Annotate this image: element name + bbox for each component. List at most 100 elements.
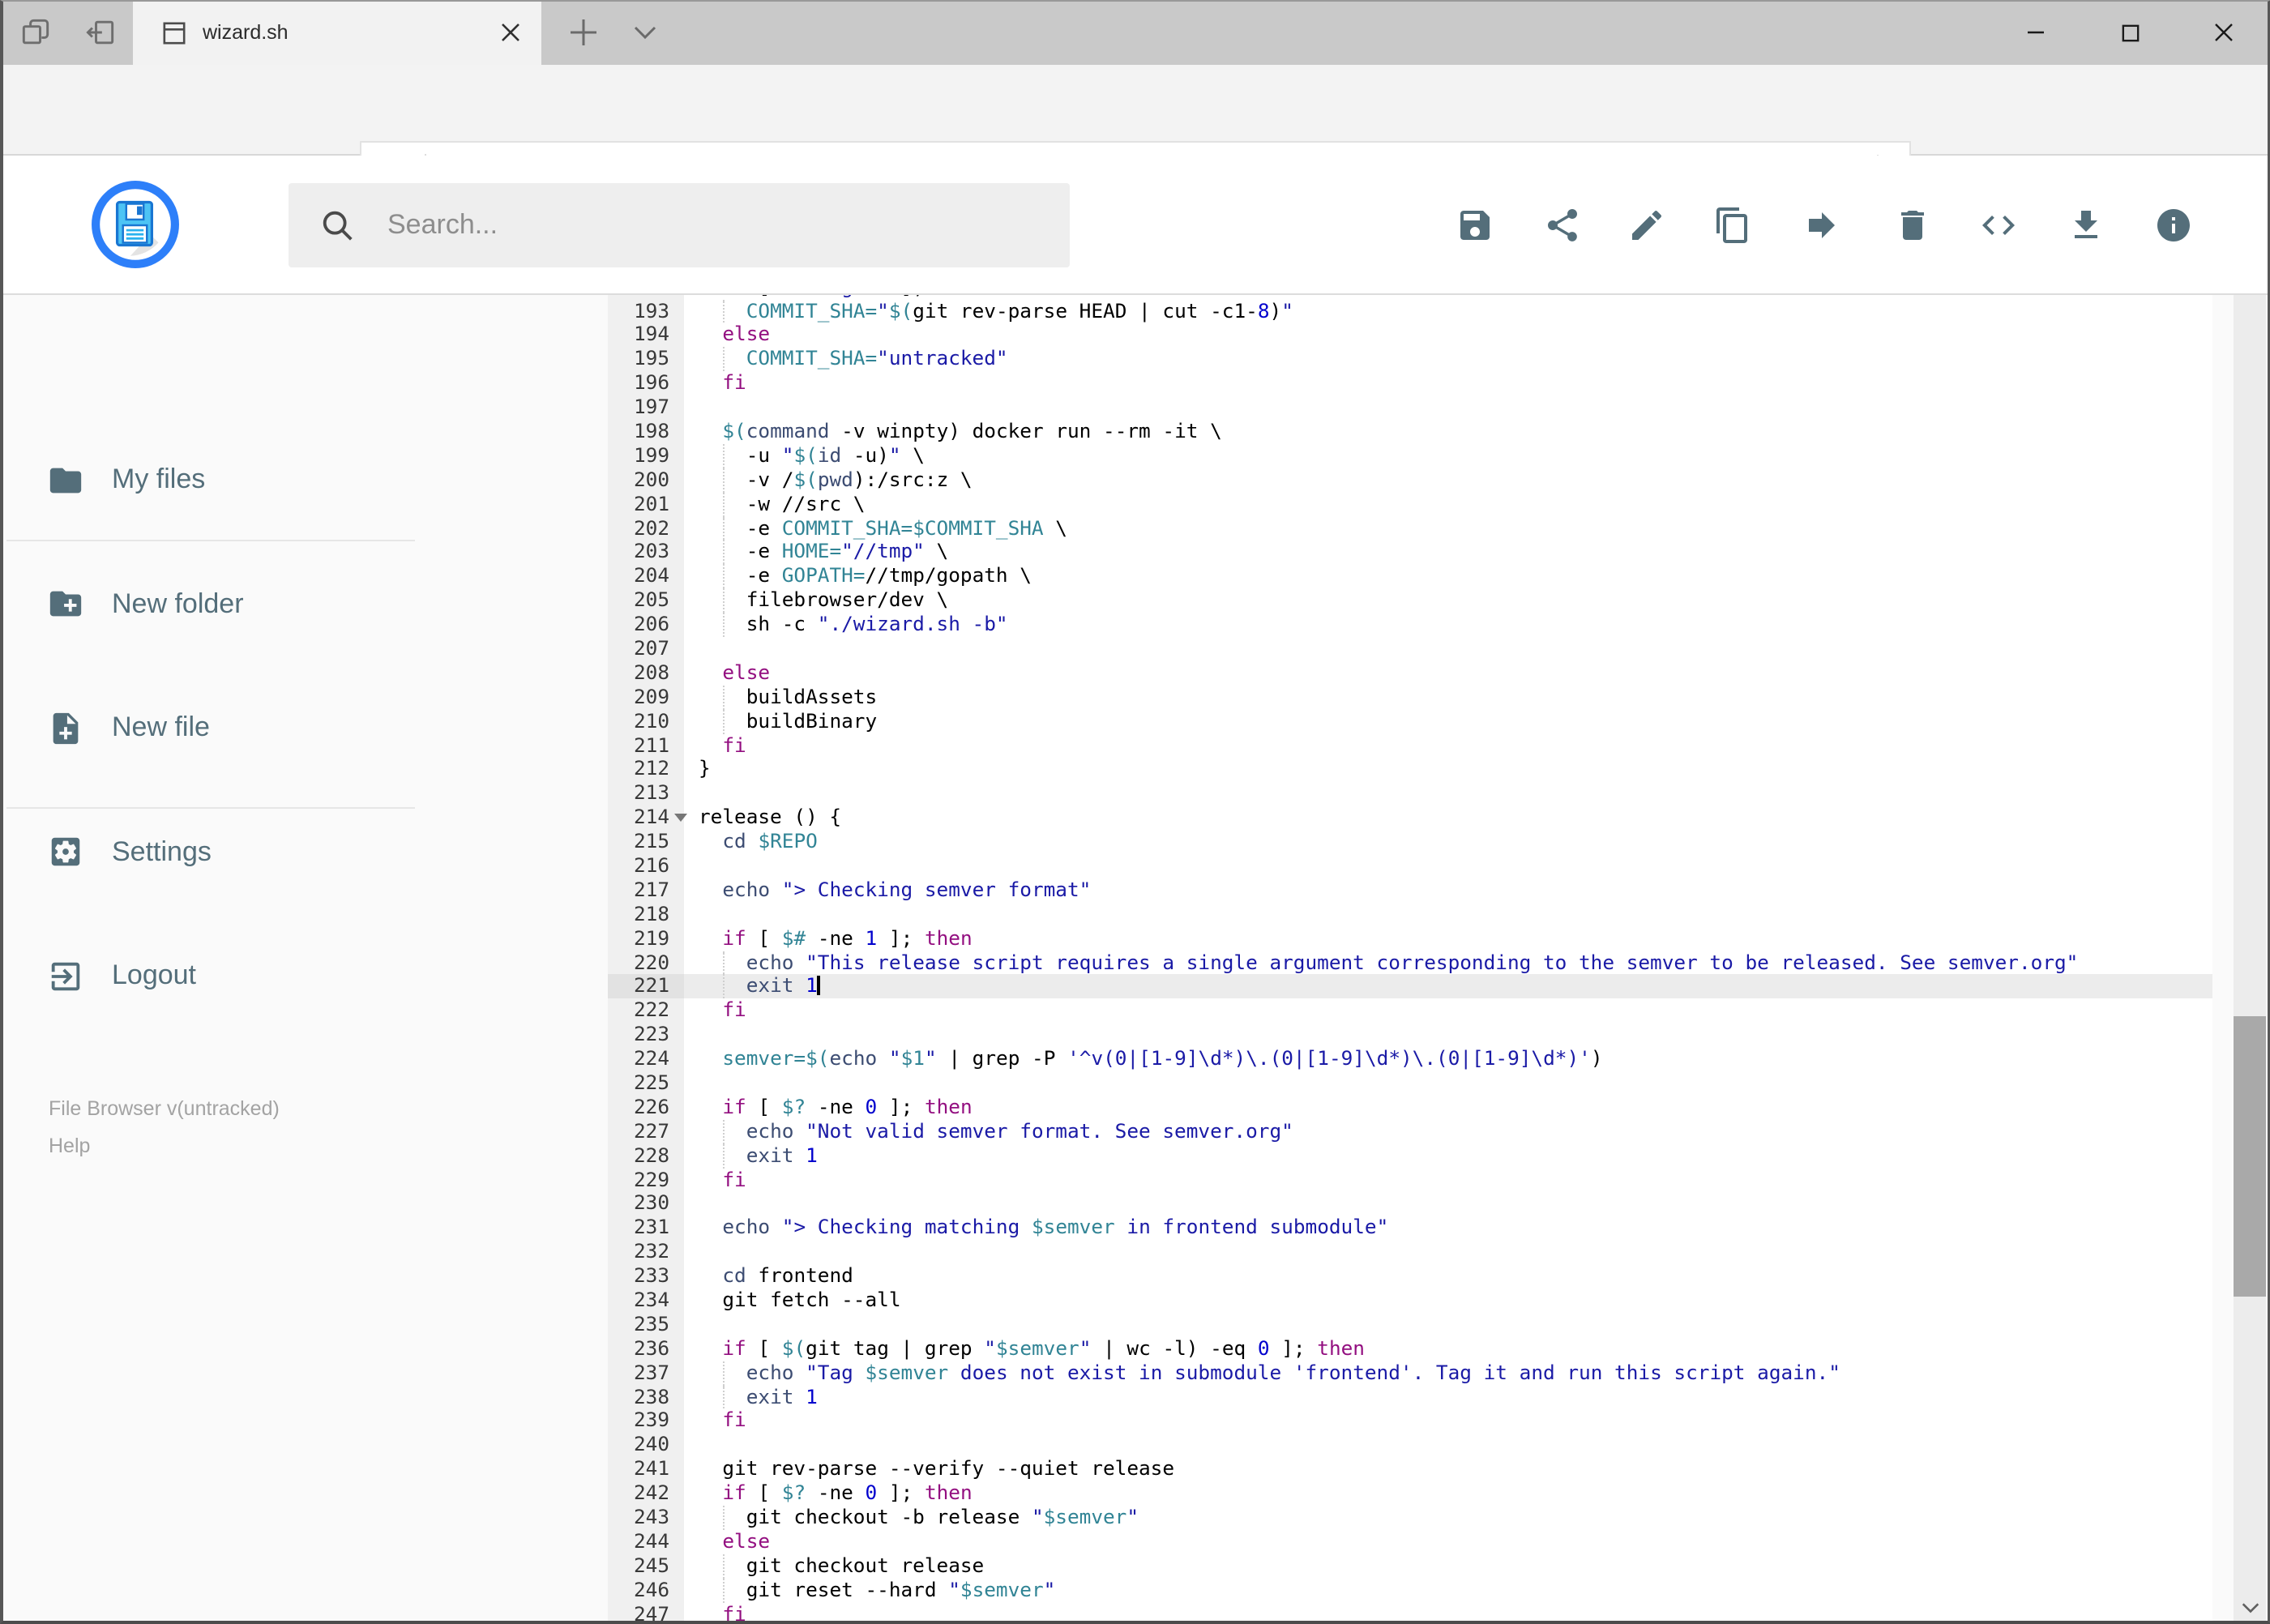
code-line-text[interactable]: else: [684, 1530, 2212, 1554]
code-line-text[interactable]: exit 1: [684, 1143, 2212, 1169]
code-line-text[interactable]: cd $REPO: [684, 830, 2212, 854]
code-line[interactable]: 209 buildAssets: [608, 685, 2212, 710]
code-line[interactable]: 196 fi: [608, 371, 2212, 396]
code-line-text[interactable]: [684, 782, 2212, 806]
code-line-text[interactable]: [684, 1313, 2212, 1337]
code-line-text[interactable]: buildBinary: [684, 709, 2212, 734]
code-line[interactable]: 197: [608, 395, 2212, 420]
line-number[interactable]: 197: [608, 395, 684, 420]
code-line[interactable]: 223: [608, 1023, 2212, 1048]
code-line-text[interactable]: if [ $? -ne 0 ]; then: [684, 1096, 2212, 1120]
line-number[interactable]: 230: [608, 1191, 684, 1216]
code-line-text[interactable]: exit 1: [684, 974, 2212, 999]
line-number[interactable]: 209: [608, 685, 684, 710]
sidebar-item-settings[interactable]: Settings: [47, 816, 212, 887]
set-tabs-aside-icon[interactable]: [68, 0, 133, 65]
code-line-text[interactable]: echo "> Checking matching $semver in fro…: [684, 1216, 2212, 1241]
code-line[interactable]: 208 else: [608, 660, 2212, 686]
code-line[interactable]: 205 filebrowser/dev \: [608, 588, 2212, 613]
code-line[interactable]: 239 fi: [608, 1408, 2212, 1434]
line-number[interactable]: 237: [608, 1361, 684, 1386]
line-number[interactable]: 196: [608, 371, 684, 396]
code-line[interactable]: 229 fi: [608, 1168, 2212, 1192]
line-number[interactable]: 208: [608, 660, 684, 686]
window-maximize-button[interactable]: [2093, 0, 2167, 65]
line-number[interactable]: 201: [608, 492, 684, 517]
code-line[interactable]: 245 git checkout release: [608, 1553, 2212, 1579]
line-number[interactable]: 225: [608, 1071, 684, 1096]
code-line[interactable]: 224 semver=$(echo "$1" | grep -P '^v(0|[…: [608, 1047, 2212, 1071]
code-line[interactable]: 228 exit 1: [608, 1143, 2212, 1169]
code-line-text[interactable]: -e GOPATH=//tmp/gopath \: [684, 564, 2212, 589]
line-number[interactable]: 218: [608, 902, 684, 927]
line-number[interactable]: 219: [608, 926, 684, 951]
code-line[interactable]: 236 if [ $(git tag | grep "$semver" | wc…: [608, 1336, 2212, 1361]
code-line[interactable]: 206 sh -c "./wizard.sh -b": [608, 613, 2212, 637]
code-line[interactable]: 193 COMMIT_SHA="$(git rev-parse HEAD | c…: [608, 299, 2212, 323]
line-number[interactable]: 199: [608, 443, 684, 468]
code-line[interactable]: 212}: [608, 757, 2212, 782]
code-line[interactable]: 226 if [ $? -ne 0 ]; then: [608, 1095, 2212, 1120]
scroll-down-icon[interactable]: [2234, 1588, 2266, 1624]
code-line[interactable]: 246 git reset --hard "$semver": [608, 1578, 2212, 1603]
browser-tab[interactable]: wizard.sh: [133, 0, 541, 65]
window-close-button[interactable]: [2187, 0, 2261, 65]
line-number[interactable]: 243: [608, 1506, 684, 1530]
code-line-text[interactable]: [684, 395, 2212, 420]
code-line-text[interactable]: -e HOME="//tmp" \: [684, 540, 2212, 565]
line-number[interactable]: 223: [608, 1023, 684, 1048]
code-line-text[interactable]: }: [684, 758, 2212, 782]
line-number[interactable]: 194: [608, 323, 684, 348]
code-line-text[interactable]: semver=$(echo "$1" | grep -P '^v(0|[1-9]…: [684, 1047, 2212, 1071]
code-line[interactable]: 230: [608, 1191, 2212, 1216]
line-number[interactable]: 220: [608, 951, 684, 975]
code-line[interactable]: 232: [608, 1240, 2212, 1265]
info-button[interactable]: [2146, 198, 2201, 253]
scrollbar-thumb[interactable]: [2234, 1016, 2266, 1297]
code-line-text[interactable]: [684, 1071, 2212, 1096]
code-line[interactable]: 198 $(command -v winpty) docker run --rm…: [608, 419, 2212, 444]
line-number[interactable]: 210: [608, 709, 684, 734]
line-number[interactable]: 213: [608, 781, 684, 806]
code-line-text[interactable]: git fetch --all: [684, 1289, 2212, 1313]
line-number[interactable]: 228: [608, 1143, 684, 1169]
copy-button[interactable]: [1705, 198, 1760, 253]
code-line-text[interactable]: -u "$(id -u)" \: [684, 443, 2212, 468]
line-number[interactable]: 242: [608, 1481, 684, 1506]
code-line-text[interactable]: git reset --hard "$semver": [684, 1578, 2212, 1603]
code-line[interactable]: 237 echo "Tag $semver does not exist in …: [608, 1361, 2212, 1386]
download-button[interactable]: [2058, 198, 2114, 253]
code-line-text[interactable]: echo "> Checking semver format": [684, 878, 2212, 903]
code-line-text[interactable]: git rev-parse --verify --quiet release: [684, 1458, 2212, 1482]
code-line-text[interactable]: echo "Tag $semver does not exist in subm…: [684, 1361, 2212, 1386]
code-line[interactable]: 195 COMMIT_SHA="untracked": [608, 347, 2212, 372]
help-link[interactable]: Help: [49, 1135, 90, 1157]
code-line[interactable]: 231 echo "> Checking matching $semver in…: [608, 1216, 2212, 1241]
line-number[interactable]: 195: [608, 347, 684, 372]
line-number[interactable]: 221: [608, 974, 684, 999]
tab-close-icon[interactable]: [489, 11, 532, 53]
code-line[interactable]: 244 else: [608, 1529, 2212, 1554]
code-line[interactable]: 207: [608, 636, 2212, 661]
line-number[interactable]: 203: [608, 540, 684, 565]
code-line-text[interactable]: git checkout release: [684, 1553, 2212, 1579]
code-line[interactable]: 240: [608, 1433, 2212, 1458]
code-line-text[interactable]: $(command -v winpty) docker run --rm -it…: [684, 420, 2212, 444]
code-line[interactable]: 201 -w //src \: [608, 492, 2212, 517]
line-number[interactable]: 231: [608, 1216, 684, 1241]
code-line-text[interactable]: else: [684, 661, 2212, 686]
line-number[interactable]: 214: [608, 806, 687, 831]
line-number[interactable]: 247: [608, 1602, 684, 1624]
code-line-text[interactable]: if [ $(git tag | grep "$semver" | wc -l)…: [684, 1337, 2212, 1361]
code-line-text[interactable]: fi: [684, 999, 2212, 1024]
code-line-text[interactable]: [684, 1434, 2212, 1458]
line-number[interactable]: 232: [608, 1240, 684, 1265]
line-number[interactable]: 246: [608, 1578, 684, 1603]
code-line-text[interactable]: fi: [684, 1409, 2212, 1434]
code-line[interactable]: 242 if [ $? -ne 0 ]; then: [608, 1481, 2212, 1506]
move-button[interactable]: [1794, 198, 1849, 253]
line-number[interactable]: 198: [608, 419, 684, 444]
code-line-text[interactable]: [684, 903, 2212, 927]
tab-list-chevron-icon[interactable]: [613, 0, 678, 65]
line-number[interactable]: 244: [608, 1529, 684, 1554]
